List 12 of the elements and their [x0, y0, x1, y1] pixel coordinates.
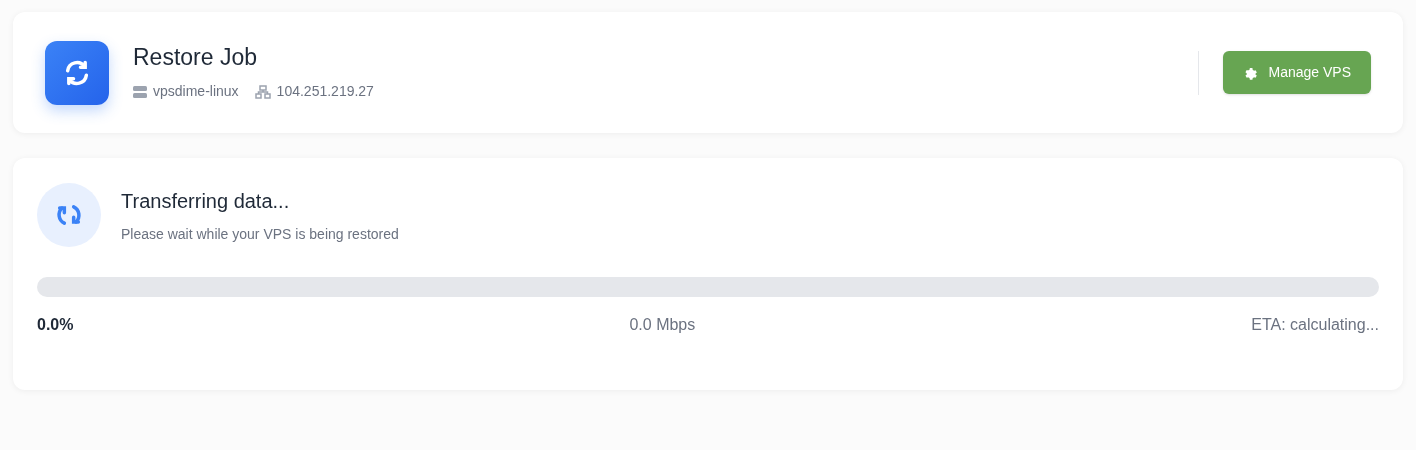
ip-address: 104.251.219.27 — [276, 82, 374, 102]
job-title: Restore Job — [133, 42, 258, 72]
speed-text: 0.0 Mbps — [629, 315, 696, 335]
server-name: vpsdime-linux — [153, 82, 239, 102]
network-icon — [254, 84, 271, 99]
status-subtitle: Please wait while your VPS is being restored — [121, 224, 399, 244]
sync-icon — [45, 40, 109, 105]
percent-text: 0.0% — [37, 315, 74, 335]
eta-text: ETA: calculating... — [1251, 315, 1379, 335]
server-icon — [133, 85, 147, 98]
manage-vps-button[interactable]: Manage VPS — [1222, 51, 1371, 94]
status-title: Transferring data... — [121, 188, 291, 214]
